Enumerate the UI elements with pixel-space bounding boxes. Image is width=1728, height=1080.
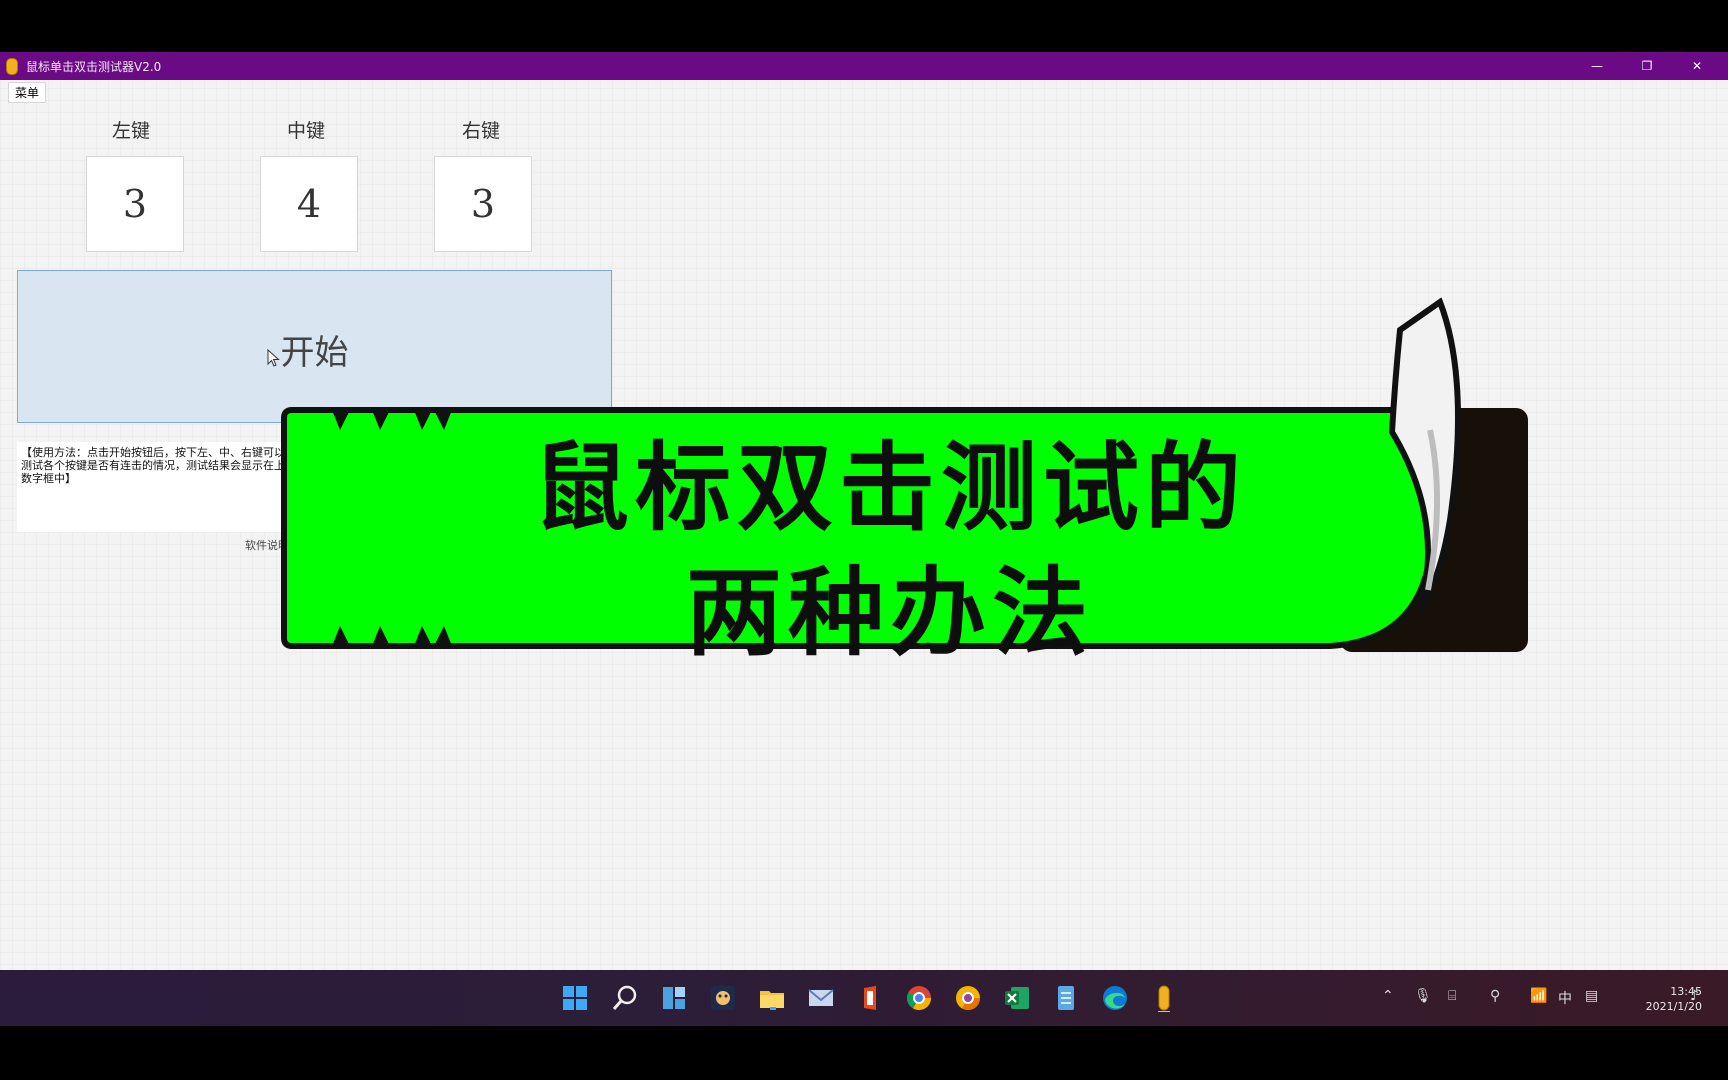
banner-title-line-2: 两种办法	[686, 557, 1094, 669]
screen: 鼠标单击双击测试器V2.0 — ❐ ✕ 菜单 左键 中键 右键 3 4 3 开始…	[0, 0, 1728, 1080]
banner-title-line-1: 鼠标双击测试的	[533, 432, 1247, 544]
